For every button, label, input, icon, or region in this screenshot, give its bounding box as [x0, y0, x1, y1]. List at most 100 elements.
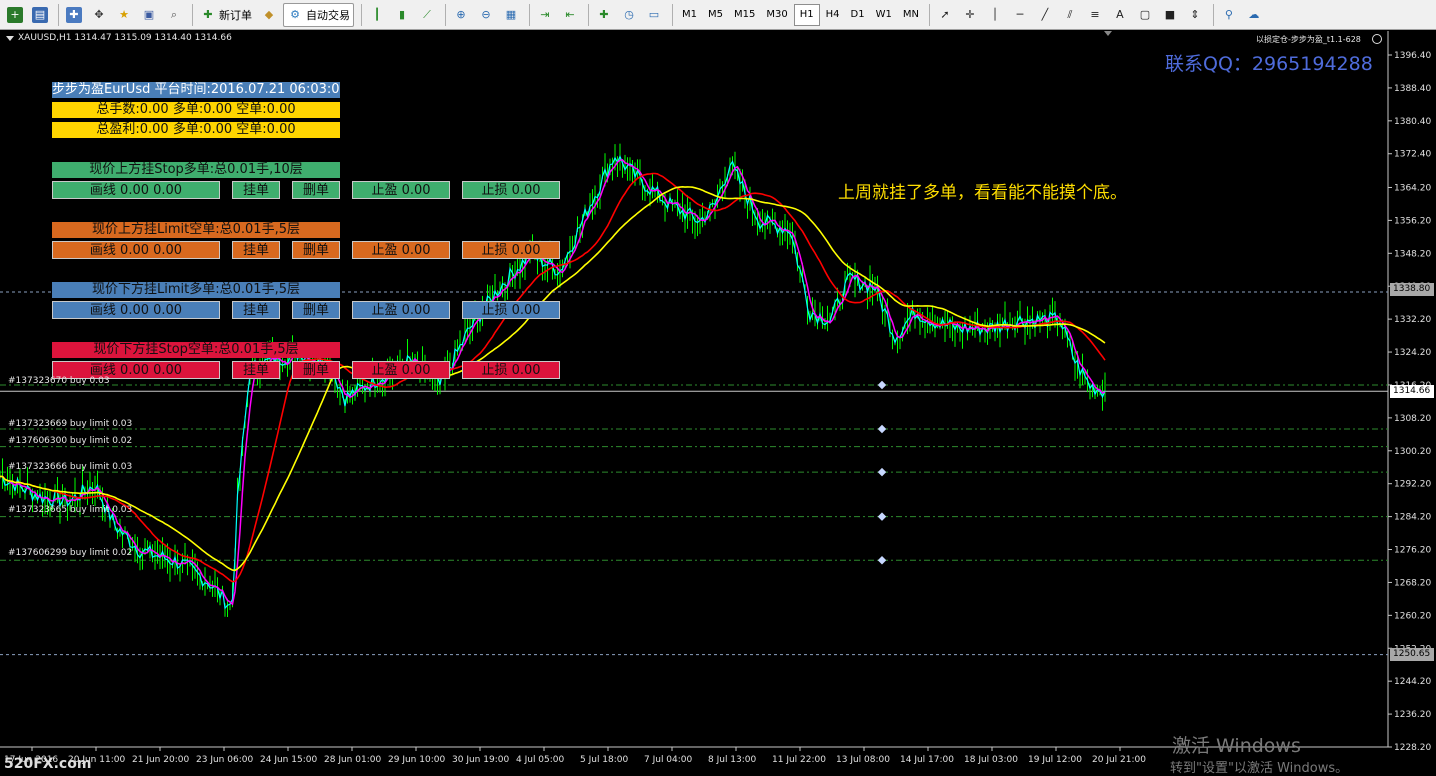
- limit-sell-delete-button[interactable]: 删单: [292, 241, 340, 259]
- zoom-out-button[interactable]: ⊖: [475, 3, 497, 27]
- limit-buy-sl-button[interactable]: 止损 0.00: [462, 301, 560, 319]
- search-button[interactable]: ⚲: [1218, 3, 1240, 27]
- limit-buy-tp-button[interactable]: 止盈 0.00: [352, 301, 450, 319]
- limit-buy-draw-button[interactable]: 画线 0.00 0.00: [52, 301, 220, 319]
- order-label: #137606299 buy limit 0.02: [8, 548, 133, 558]
- time-tick-label: 23 Jun 06:00: [196, 755, 253, 765]
- tf-m30[interactable]: M30: [761, 4, 792, 26]
- tf-h1[interactable]: H1: [793, 3, 820, 26]
- indicators-button[interactable]: ✚: [593, 3, 615, 27]
- search-icon: ⚲: [1224, 7, 1233, 21]
- arrows-button[interactable]: ⇕: [1184, 3, 1206, 27]
- fibo-button[interactable]: ≡: [1084, 3, 1106, 27]
- favorites-button[interactable]: ★: [113, 3, 135, 27]
- time-tick-label: 4 Jul 05:00: [516, 755, 565, 765]
- chat-icon: ☁: [1248, 7, 1260, 21]
- chat-button[interactable]: ☁: [1243, 3, 1265, 27]
- price-tick-label: 1324.20: [1394, 348, 1431, 358]
- templates-button[interactable]: ▭: [643, 3, 665, 27]
- limit-sell-draw-button[interactable]: 画线 0.00 0.00: [52, 241, 220, 259]
- vertical-line-button[interactable]: │: [984, 3, 1006, 27]
- panel-title: 步步为盈EurUsd 平台时间:2016.07.21 06:03:01: [52, 82, 340, 98]
- star-folder-icon: ★: [119, 7, 129, 21]
- strategy-tester-button[interactable]: ⌕: [163, 3, 185, 27]
- periods-button[interactable]: ◷: [618, 3, 640, 27]
- new-order-button[interactable]: ✚ 新订单: [197, 3, 255, 27]
- limit-sell-sl-button[interactable]: 止损 0.00: [462, 241, 560, 259]
- limit-buy-delete-button[interactable]: 删单: [292, 301, 340, 319]
- tf-d1[interactable]: D1: [846, 4, 870, 26]
- order-marker: [877, 512, 887, 521]
- stop-buy-delete-button[interactable]: 删单: [292, 181, 340, 199]
- crosshair-tool-button[interactable]: ✛: [959, 3, 981, 27]
- indicators-icon: ✚: [599, 7, 609, 21]
- text-icon: A: [1116, 7, 1124, 21]
- cursor-tool-button[interactable]: ➚: [934, 3, 956, 27]
- tf-w1[interactable]: W1: [871, 4, 897, 26]
- text-tool-button[interactable]: A: [1109, 3, 1131, 27]
- bar-chart-button[interactable]: ┃: [366, 3, 388, 27]
- zoom-in-button[interactable]: ⊕: [450, 3, 472, 27]
- section-stop-buy-header: 现价上方挂Stop多单:总0.01手,10层: [52, 162, 340, 178]
- cursor-icon: ➚: [940, 7, 950, 21]
- auto-trading-button[interactable]: ⚙ 自动交易: [283, 2, 354, 27]
- time-tick-label: 13 Jul 08:00: [836, 755, 890, 765]
- crosshair-icon: ✛: [965, 7, 975, 21]
- time-tick-label: 24 Jun 15:00: [260, 755, 317, 765]
- stop-sell-place-button[interactable]: 挂单: [232, 361, 280, 379]
- line-chart-button[interactable]: ⟋: [416, 3, 438, 27]
- main-toolbar: + ▤ ✚ ✥ ★ ▣ ⌕ ✚ 新订单 ◆ ⚙ 自动交易 ┃ ▮ ⟋ ⊕ ⊖ ▦ ⇥…: [0, 0, 1436, 30]
- auto-trading-label: 自动交易: [306, 8, 350, 22]
- limit-sell-place-button[interactable]: 挂单: [232, 241, 280, 259]
- bar-chart-icon: ┃: [373, 7, 381, 21]
- windows-activation-subtitle: 转到"设置"以激活 Windows。: [1170, 761, 1349, 776]
- time-tick-label: 21 Jun 20:00: [132, 755, 189, 765]
- tf-h4[interactable]: H4: [821, 4, 845, 26]
- chart-shift-button[interactable]: ⇤: [559, 3, 581, 27]
- ea-label: 以损定仓-步步为盈_t1.1-628: [1256, 35, 1361, 44]
- zoom-out-icon: ⊖: [481, 7, 491, 21]
- tf-m5[interactable]: M5: [703, 4, 728, 26]
- label-icon: ▢: [1139, 7, 1151, 21]
- candle-chart-button[interactable]: ▮: [391, 3, 413, 27]
- stop-buy-tp-button[interactable]: 止盈 0.00: [352, 181, 450, 199]
- limit-buy-place-button[interactable]: 挂单: [232, 301, 280, 319]
- chart-shift-icon: ⇤: [565, 7, 575, 21]
- current-price-tag: 1314.66: [1390, 385, 1434, 398]
- stop-sell-delete-button[interactable]: 删单: [292, 361, 340, 379]
- market-watch-button[interactable]: ✚: [63, 3, 85, 27]
- navigator-button[interactable]: ✥: [88, 3, 110, 27]
- stop-buy-sl-button[interactable]: 止损 0.00: [462, 181, 560, 199]
- tf-m1[interactable]: M1: [677, 4, 702, 26]
- horizontal-line-icon: ─: [1016, 7, 1024, 21]
- label-tool-button[interactable]: ▢: [1134, 3, 1156, 27]
- site-logo: 520FX.com: [4, 756, 92, 772]
- metaeditor-button[interactable]: ◆: [258, 3, 280, 27]
- horizontal-line-button[interactable]: ─: [1009, 3, 1031, 27]
- stop-sell-sl-button[interactable]: 止损 0.00: [462, 361, 560, 379]
- chart-window[interactable]: 1396.40 1388.40 1380.40 1372.40 1364.20 1356.…: [0, 31, 1436, 776]
- price-tick-label: 1364.20: [1394, 183, 1431, 193]
- stop-sell-tp-button[interactable]: 止盈 0.00: [352, 361, 450, 379]
- trendline-button[interactable]: ╱: [1034, 3, 1056, 27]
- rectangle-icon: ■: [1164, 7, 1176, 21]
- tf-m15[interactable]: M15: [729, 4, 760, 26]
- low-line-tag: 1250.65: [1390, 648, 1434, 661]
- price-tick-label: 1292.20: [1394, 480, 1431, 490]
- new-chart-button[interactable]: +: [4, 3, 26, 27]
- tf-mn[interactable]: MN: [898, 4, 924, 26]
- stop-buy-draw-button[interactable]: 画线 0.00 0.00: [52, 181, 220, 199]
- rect-tool-button[interactable]: ■: [1159, 3, 1181, 27]
- new-order-icon: ✚: [203, 7, 213, 21]
- price-chart: 1396.40 1388.40 1380.40 1372.40 1364.20 1356.…: [0, 31, 1431, 765]
- price-tick-label: 1228.20: [1394, 743, 1431, 753]
- profiles-button[interactable]: ▤: [29, 3, 51, 27]
- terminal-button[interactable]: ▣: [138, 3, 160, 27]
- tile-windows-button[interactable]: ▦: [500, 3, 522, 27]
- stop-buy-place-button[interactable]: 挂单: [232, 181, 280, 199]
- limit-sell-tp-button[interactable]: 止盈 0.00: [352, 241, 450, 259]
- autoscroll-button[interactable]: ⇥: [534, 3, 556, 27]
- order-label: #137323665 buy limit 0.03: [8, 505, 133, 515]
- symbol-header: XAUUSD,H1 1314.47 1315.09 1314.40 1314.6…: [18, 33, 232, 43]
- channel-button[interactable]: ⫽: [1059, 3, 1081, 27]
